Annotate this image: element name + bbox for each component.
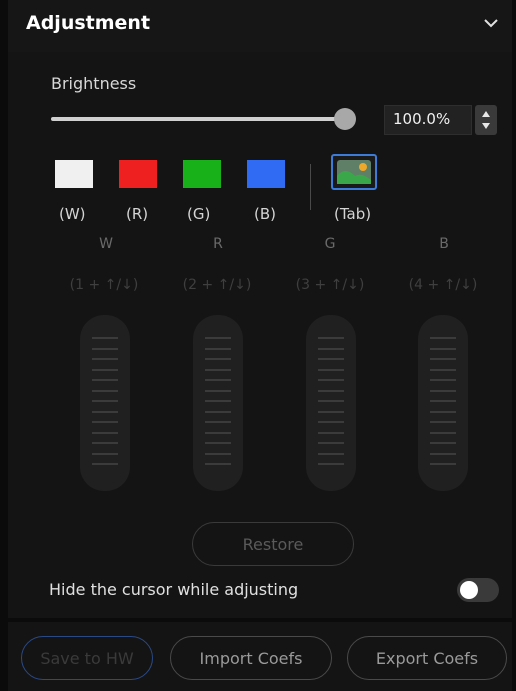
slider-tick <box>430 463 456 465</box>
panel-header[interactable]: Adjustment <box>8 0 512 52</box>
slider-tick <box>205 347 231 350</box>
slider-tick <box>205 358 231 360</box>
blue-channel-button[interactable] <box>247 160 285 188</box>
slider-tick <box>92 358 118 360</box>
swatch-divider <box>310 164 311 210</box>
slider-tick <box>205 452 231 455</box>
slider-tick <box>205 400 231 402</box>
channel-w-header: W <box>99 236 113 252</box>
slider-tick <box>430 452 456 455</box>
slider-tick <box>318 358 344 360</box>
slider-tick <box>430 337 456 339</box>
toggle-knob <box>460 581 478 599</box>
slider-tick <box>205 389 231 392</box>
slider-tick <box>92 463 118 465</box>
tab-image-button[interactable] <box>331 154 377 190</box>
channel-g-header: G <box>324 236 336 252</box>
slider-tick <box>430 368 456 371</box>
slider-tick <box>92 400 118 402</box>
slider-tick <box>430 421 456 423</box>
chevron-down-icon[interactable] <box>482 14 500 32</box>
brightness-value: 100.0% <box>393 110 451 128</box>
slider-tick <box>92 347 118 350</box>
channel-b-header: B <box>439 236 449 252</box>
slider-tick <box>92 421 118 423</box>
slider-tick <box>318 452 344 455</box>
slider-tick <box>205 431 231 434</box>
white-channel-button[interactable] <box>55 160 93 188</box>
hide-cursor-label: Hide the cursor while adjusting <box>49 580 299 599</box>
slider-tick <box>430 431 456 434</box>
channel-w-slider[interactable] <box>80 315 130 491</box>
slider-tick <box>318 431 344 434</box>
panel-title: Adjustment <box>26 12 151 34</box>
slider-tick <box>318 421 344 423</box>
adjustment-panel: Adjustment Brightness 100.0% (W) (R) (G)… <box>8 0 512 618</box>
slider-tick <box>430 379 456 381</box>
brightness-label: Brightness <box>51 74 137 93</box>
landscape-image-icon <box>337 160 371 184</box>
channel-r-header: R <box>213 236 223 252</box>
slider-tick <box>205 379 231 381</box>
slider-tick <box>318 442 344 444</box>
slider-tick <box>92 442 118 444</box>
channel-b-shortcut: (4 + ↑/↓) <box>408 277 478 293</box>
slider-tick <box>430 410 456 413</box>
slider-tick <box>205 421 231 423</box>
slider-tick <box>318 463 344 465</box>
export-coefs-button[interactable]: Export Coefs <box>347 636 507 680</box>
import-coefs-button[interactable]: Import Coefs <box>170 636 332 680</box>
brightness-slider-track[interactable] <box>51 117 341 121</box>
hide-cursor-toggle[interactable] <box>457 578 499 602</box>
slider-tick <box>92 389 118 392</box>
white-channel-label: (W) <box>59 205 86 223</box>
slider-tick <box>430 347 456 350</box>
red-channel-label: (R) <box>126 205 149 223</box>
slider-tick <box>205 463 231 465</box>
brightness-value-field[interactable]: 100.0% <box>384 105 472 135</box>
slider-tick <box>318 410 344 413</box>
slider-tick <box>92 452 118 455</box>
channel-r-shortcut: (2 + ↑/↓) <box>182 277 252 293</box>
slider-tick <box>318 337 344 339</box>
slider-tick <box>92 337 118 339</box>
channel-g-shortcut: (3 + ↑/↓) <box>295 277 365 293</box>
slider-tick <box>205 337 231 339</box>
slider-tick <box>318 389 344 392</box>
blue-channel-label: (B) <box>254 205 276 223</box>
slider-tick <box>92 410 118 413</box>
slider-tick <box>92 368 118 371</box>
slider-tick <box>318 368 344 371</box>
channel-b-slider[interactable] <box>418 315 468 491</box>
brightness-stepper[interactable] <box>475 105 497 135</box>
slider-tick <box>318 347 344 350</box>
channel-r-slider[interactable] <box>193 315 243 491</box>
slider-tick <box>318 400 344 402</box>
green-channel-button[interactable] <box>183 160 221 188</box>
channel-g-slider[interactable] <box>306 315 356 491</box>
save-to-hw-button[interactable]: Save to HW <box>21 636 153 680</box>
restore-button[interactable]: Restore <box>192 522 354 566</box>
slider-tick <box>430 358 456 360</box>
slider-tick <box>430 442 456 444</box>
red-channel-button[interactable] <box>119 160 157 188</box>
slider-tick <box>92 379 118 381</box>
stepper-arrows-icon <box>482 111 490 129</box>
slider-tick <box>430 400 456 402</box>
slider-tick <box>318 379 344 381</box>
slider-tick <box>205 368 231 371</box>
slider-tick <box>205 442 231 444</box>
green-channel-label: (G) <box>187 205 211 223</box>
slider-tick <box>205 410 231 413</box>
slider-tick <box>430 389 456 392</box>
brightness-slider-thumb[interactable] <box>334 108 356 130</box>
channel-w-shortcut: (1 + ↑/↓) <box>69 277 139 293</box>
tab-label: (Tab) <box>334 205 372 223</box>
slider-tick <box>92 431 118 434</box>
